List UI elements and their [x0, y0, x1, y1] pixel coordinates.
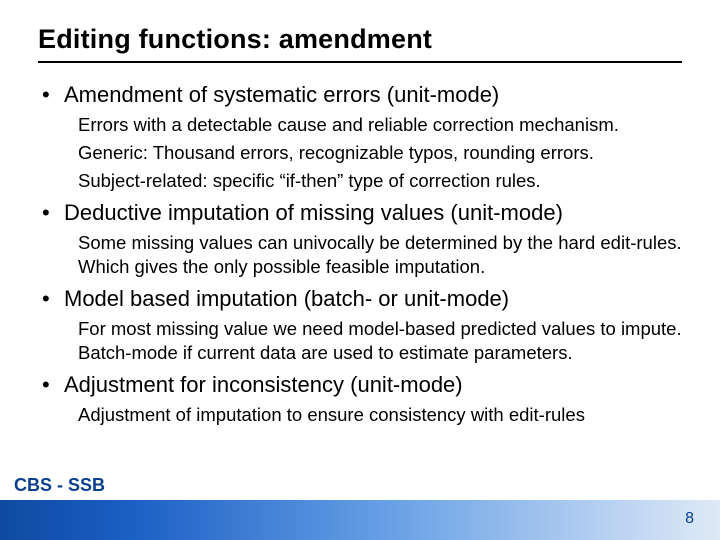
bullet-desc: Subject-related: specific “if-then” type… [78, 169, 682, 193]
bullet-item: • Model based imputation (batch- or unit… [42, 285, 682, 313]
bullet-item: • Deductive imputation of missing values… [42, 199, 682, 227]
footer-bar [0, 500, 720, 540]
title-container: Editing functions: amendment [38, 24, 682, 63]
bullet-icon: • [42, 371, 64, 399]
bullet-icon: • [42, 285, 64, 313]
bullet-desc: Some missing values can univocally be de… [78, 231, 682, 279]
bullet-item: • Amendment of systematic errors (unit-m… [42, 81, 682, 109]
slide: Editing functions: amendment • Amendment… [0, 0, 720, 540]
bullet-desc: Generic: Thousand errors, recognizable t… [78, 141, 682, 165]
bullet-heading: Model based imputation (batch- or unit-m… [64, 285, 509, 313]
bullet-desc: Errors with a detectable cause and relia… [78, 113, 682, 137]
page-number: 8 [685, 510, 694, 528]
content-body: • Amendment of systematic errors (unit-m… [38, 81, 682, 427]
bullet-icon: • [42, 199, 64, 227]
bullet-desc: Adjustment of imputation to ensure consi… [78, 403, 682, 427]
bullet-heading: Deductive imputation of missing values (… [64, 199, 563, 227]
bullet-desc: For most missing value we need model-bas… [78, 317, 682, 365]
bullet-heading: Adjustment for inconsistency (unit-mode) [64, 371, 463, 399]
bullet-item: • Adjustment for inconsistency (unit-mod… [42, 371, 682, 399]
bullet-heading: Amendment of systematic errors (unit-mod… [64, 81, 499, 109]
slide-title: Editing functions: amendment [38, 24, 682, 55]
footer-org-label: CBS - SSB [14, 475, 105, 496]
bullet-icon: • [42, 81, 64, 109]
